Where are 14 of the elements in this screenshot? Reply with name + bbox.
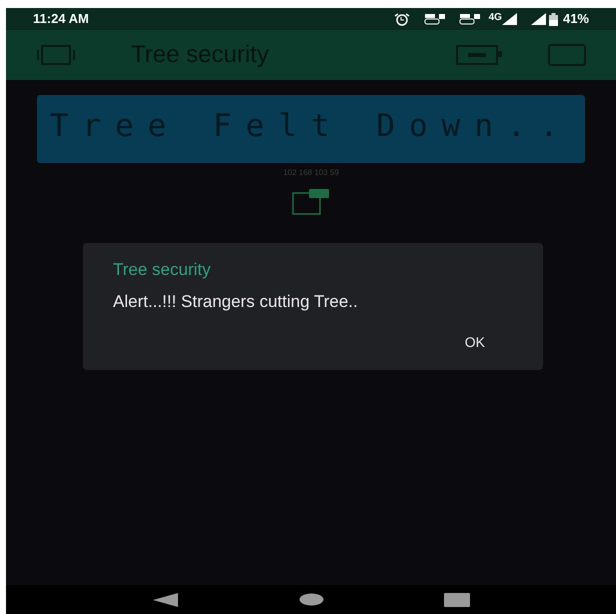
network-type: 4G [488,11,502,25]
signal-icon [502,13,517,25]
recents-icon[interactable] [444,592,470,606]
dialog-message: Alert...!!! Strangers cutting Tree.. [113,290,359,312]
device-icon [36,44,76,66]
battery-icon [548,12,558,26]
back-icon[interactable] [152,592,178,606]
signal-icon [530,13,546,25]
battery-level: 41% [562,10,589,28]
home-icon[interactable] [298,593,324,606]
dialog-title: Tree security [113,259,212,281]
status-time: 11:24 AM [33,10,89,28]
ok-button[interactable]: OK [464,332,485,353]
alarm-icon [394,12,410,26]
